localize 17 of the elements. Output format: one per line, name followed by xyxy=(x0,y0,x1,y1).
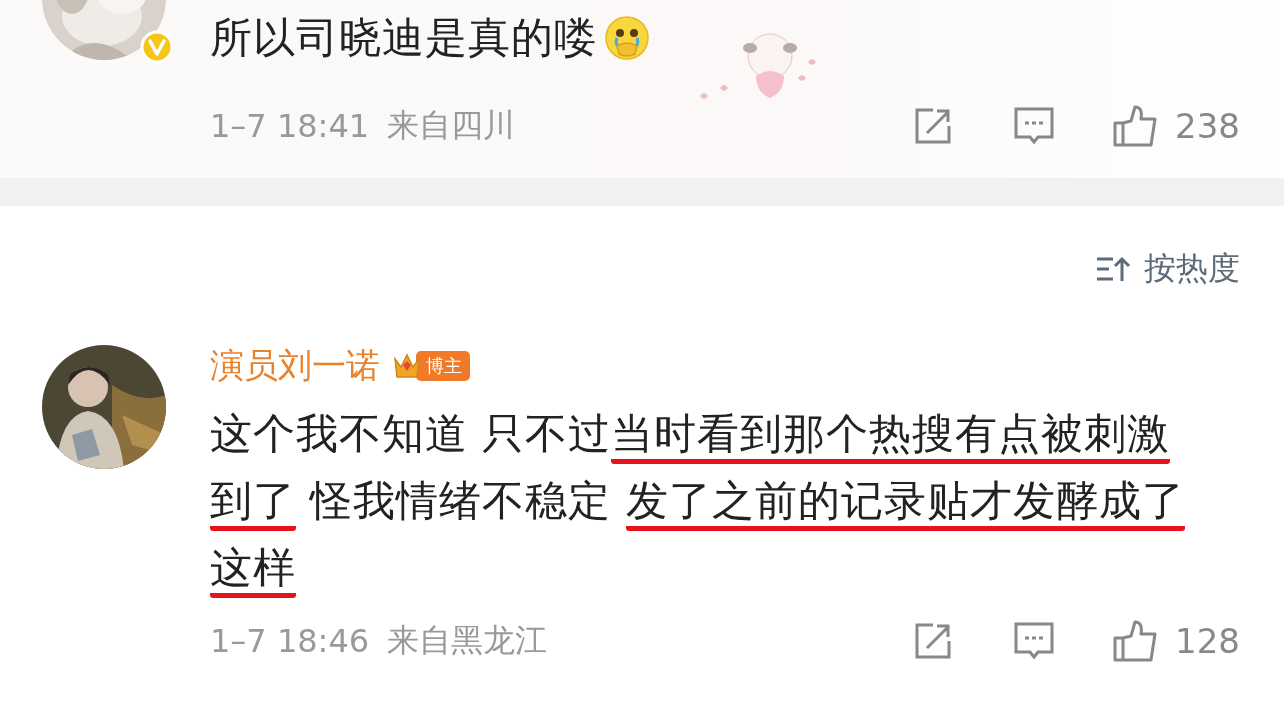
comment-text: 所以司晓迪是真的喽 xyxy=(210,12,597,64)
like-count: 238 xyxy=(1175,106,1240,146)
author-name[interactable]: 演员刘一诺 xyxy=(210,343,380,389)
share-icon[interactable] xyxy=(913,621,954,661)
like-count: 128 xyxy=(1175,621,1240,661)
crown-icon xyxy=(392,351,422,381)
comment-location: 来自黑龙江 xyxy=(387,620,548,661)
comment-icon[interactable] xyxy=(1013,106,1056,146)
sort-button[interactable]: 按热度 xyxy=(1096,247,1240,291)
comment-date: 1–7 18:41 xyxy=(210,107,370,145)
crying-emoji-icon xyxy=(603,14,651,62)
share-icon[interactable] xyxy=(913,106,954,146)
blogger-badge: 博主 xyxy=(416,351,470,381)
comment-location: 来自四川 xyxy=(387,105,516,146)
sort-icon xyxy=(1096,256,1132,282)
comment-date: 1–7 18:46 xyxy=(210,622,370,660)
comment-icon[interactable] xyxy=(1013,621,1056,661)
